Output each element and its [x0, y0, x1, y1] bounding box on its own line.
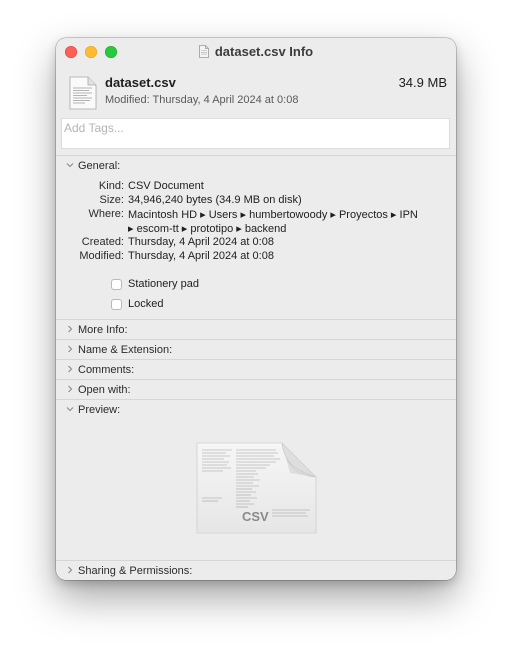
section-comments[interactable]: Comments: [56, 359, 456, 379]
file-modified: Modified: Thursday, 4 April 2024 at 0:08 [105, 94, 299, 106]
window-title: dataset.csv Info [214, 44, 314, 59]
section-more-info[interactable]: More Info: [56, 319, 456, 339]
stationery-pad-row[interactable]: Stationery pad [111, 276, 199, 292]
file-name: dataset.csv [105, 75, 176, 90]
created-label: Created: [81, 236, 124, 248]
size-label: Size: [99, 194, 124, 206]
chevron-right-icon [68, 345, 73, 353]
where-value-line2: ▸ escom-tt ▸ prototipo ▸ backend [128, 223, 287, 235]
csv-file-icon [69, 76, 97, 110]
where-label: Where: [88, 208, 124, 220]
section-comments-label: Comments: [78, 364, 135, 376]
stationery-pad-label: Stationery pad [128, 278, 199, 290]
modified-value: Thursday, 4 April 2024 at 0:08 [128, 250, 274, 262]
tags-field-container [61, 118, 450, 149]
section-name-extension-label: Name & Extension: [78, 344, 173, 356]
modified-label: Modified: [79, 250, 124, 262]
section-preview-label: Preview: [78, 404, 121, 416]
csv-preview-thumbnail: CSV [196, 442, 317, 534]
section-open-with-label: Open with: [78, 384, 131, 396]
chevron-right-icon [68, 365, 73, 373]
chevron-right-icon [68, 385, 73, 393]
section-general[interactable]: General: [56, 155, 456, 175]
locked-label: Locked [128, 298, 164, 310]
chevron-right-icon [68, 325, 73, 333]
section-general-label: General: [78, 160, 121, 172]
csv-badge: CSV [242, 509, 269, 524]
title-bar[interactable]: dataset.csv Info [56, 38, 456, 66]
file-size: 34.9 MB [398, 75, 447, 90]
kind-value: CSV Document [128, 180, 204, 192]
section-sharing-permissions-label: Sharing & Permissions: [78, 565, 193, 577]
created-value: Thursday, 4 April 2024 at 0:08 [128, 236, 274, 248]
section-preview[interactable]: Preview: [56, 399, 456, 419]
locked-checkbox[interactable] [111, 298, 122, 310]
tags-input[interactable] [62, 119, 434, 135]
where-value-line1: Macintosh HD ▸ Users ▸ humbertowoody ▸ P… [128, 209, 418, 221]
window-title-wrap: dataset.csv Info [56, 44, 456, 59]
file-header: dataset.csv 34.9 MB Modified: Thursday, … [56, 66, 456, 122]
size-value: 34,946,240 bytes (34.9 MB on disk) [128, 194, 302, 206]
kind-label: Kind: [98, 180, 124, 192]
section-open-with[interactable]: Open with: [56, 379, 456, 399]
locked-row[interactable]: Locked [111, 296, 163, 312]
section-name-extension[interactable]: Name & Extension: [56, 339, 456, 359]
chevron-down-icon [66, 407, 74, 412]
section-more-info-label: More Info: [78, 324, 128, 336]
chevron-right-icon [68, 566, 73, 574]
chevron-down-icon [66, 163, 74, 168]
info-window: dataset.csv Info dataset.csv 34.9 MB Mod… [56, 38, 456, 580]
document-icon [198, 45, 209, 58]
section-sharing-permissions[interactable]: Sharing & Permissions: [56, 560, 456, 580]
stationery-pad-checkbox[interactable] [111, 278, 122, 290]
